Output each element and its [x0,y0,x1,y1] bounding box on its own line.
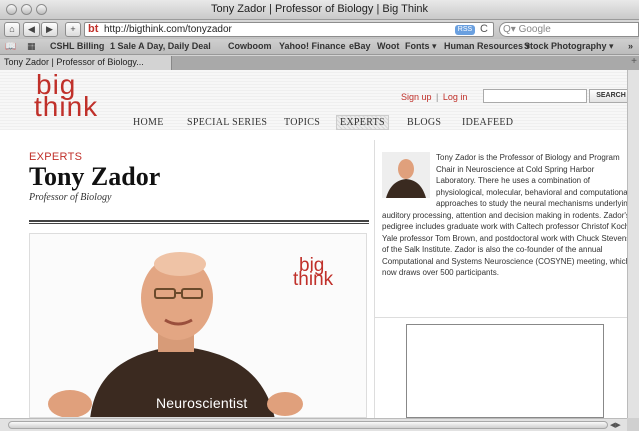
resize-corner[interactable] [627,418,639,431]
video-caption: Neuroscientist [156,395,248,411]
expert-thumbnail-image [382,152,430,198]
nav-ideafeed[interactable]: IDEAFEED [462,117,513,128]
ad-placeholder [406,324,604,418]
nav-experts[interactable]: EXPERTS [336,115,389,130]
site-logo[interactable]: big think [34,71,106,122]
search-input[interactable]: Q▾ Google [499,22,639,37]
top-sites-grid-icon[interactable]: ▦ [27,41,36,52]
vertical-scrollbar[interactable] [627,70,639,418]
bookmarks-overflow-button[interactable]: » [628,41,633,51]
bookmark-item[interactable]: Fonts ▾ [405,41,437,52]
site-favicon: bt [88,23,99,35]
bookmark-item[interactable]: 1 Sale A Day, Daily Deal [110,41,211,51]
video-player[interactable]: big think Neuroscientist [29,233,367,418]
browser-toolbar: ⌂ ◀ ▶ + bt http://bigthink.com/tonyzador… [0,20,639,39]
rss-icon[interactable]: RSS [455,25,475,35]
expert-thumbnail [382,152,436,200]
sidebar-divider [375,317,639,318]
bookmark-item[interactable]: CSHL Billing [50,41,104,51]
address-bar[interactable]: bt http://bigthink.com/tonyzador RSS C [84,22,494,37]
link-separator: | [436,92,439,102]
home-icon[interactable]: ⌂ [4,22,20,37]
address-url[interactable]: http://bigthink.com/tonyzador [104,24,232,35]
title-rule [29,220,369,224]
window-title: Tony Zador | Professor of Biology | Big … [210,3,429,15]
tab-active[interactable]: Tony Zador | Professor of Biology... [0,56,172,70]
scroll-arrows-icon[interactable]: ◀▶ [610,421,621,429]
nav-special-series[interactable]: SPECIAL SERIES [187,117,267,128]
nav-blogs[interactable]: BLOGS [407,117,441,128]
login-link[interactable]: Log in [443,92,468,102]
horizontal-scrollbar[interactable]: ◀▶ [0,418,627,431]
bookmark-item[interactable]: Cowboom [228,41,272,51]
nav-home[interactable]: HOME [133,117,164,128]
site-search-input[interactable] [483,89,587,103]
site-header: big think Sign up | Log in SEARCH HOME S… [0,70,639,130]
horizontal-scroll-thumb[interactable] [8,421,608,429]
tab-bar: Tony Zador | Professor of Biology... + [0,56,639,70]
add-bookmark-button[interactable]: + [65,22,81,37]
bookmark-item[interactable]: Woot [377,41,399,51]
back-button[interactable]: ◀ [23,22,40,37]
bookmark-item[interactable]: eBay [349,41,371,51]
nav-topics[interactable]: TOPICS [284,117,320,128]
account-links: Sign up | Log in [401,92,467,102]
bookmark-item[interactable]: Human Resources ▾ [444,41,530,52]
expert-title: Professor of Biology [29,192,112,203]
reload-icon[interactable]: C [480,23,488,35]
bookmarks-bar: 📖 ▦ CSHL Billing 1 Sale A Day, Daily Dea… [0,39,639,55]
window-titlebar: Tony Zador | Professor of Biology | Big … [0,0,639,20]
page-viewport: big think Sign up | Log in SEARCH HOME S… [0,70,639,418]
bookmarks-book-icon[interactable]: 📖 [5,41,16,52]
logo-line2: think [34,91,99,122]
video-watermark-logo: big think [293,256,349,290]
new-tab-button[interactable]: + [631,56,637,67]
video-logo-line2: think [293,269,334,290]
signup-link[interactable]: Sign up [401,92,432,102]
expert-name: Tony Zador [29,162,161,191]
bookmark-item[interactable]: Stock Photography ▾ [524,41,614,52]
bookmark-item[interactable]: Yahoo! Finance [279,41,346,51]
column-divider [374,140,375,418]
expert-bio: Tony Zador is the Professor of Biology a… [382,152,634,279]
forward-button[interactable]: ▶ [41,22,58,37]
